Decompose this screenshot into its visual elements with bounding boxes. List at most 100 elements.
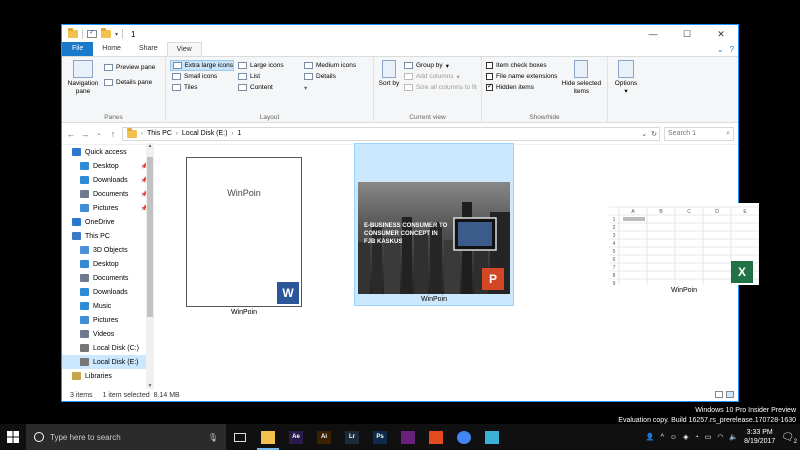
layout-list[interactable]: List	[236, 71, 300, 82]
row-header: 3	[613, 233, 616, 239]
nav-item-pictures[interactable]: Pictures 📌	[62, 201, 154, 215]
nav-item-local-disk-c[interactable]: Local Disk (C:)	[62, 341, 154, 355]
nav-item-music[interactable]: Music	[62, 299, 154, 313]
red-app-taskbar-button[interactable]	[422, 424, 450, 450]
start-button[interactable]	[0, 424, 26, 450]
preview-pane-button[interactable]: Preview pane	[104, 62, 155, 73]
volume-icon[interactable]: 🔈	[729, 433, 738, 441]
scroll-thumb[interactable]	[147, 157, 153, 317]
maximize-button[interactable]: ☐	[670, 25, 704, 43]
layout-small-icons[interactable]: Small icons	[170, 71, 234, 82]
breadcrumb-this-pc[interactable]: This PC	[147, 130, 172, 137]
details-pane-button[interactable]: Details pane	[104, 77, 155, 88]
hidden-items-label: Hidden items	[496, 84, 534, 91]
nav-item-local-disk-e[interactable]: Local Disk (E:)	[62, 355, 154, 369]
show-hidden-icons-chevron[interactable]: ^	[661, 434, 664, 441]
layout-extra-large-icons[interactable]: Extra large icons	[170, 60, 234, 71]
task-view-taskbar-button[interactable]	[226, 424, 254, 450]
nav-item-libraries[interactable]: Libraries	[62, 369, 154, 383]
file-name-extensions-checkbox[interactable]	[486, 73, 493, 80]
address-bar[interactable]: › This PC › Local Disk (E:) › 1 ⌄ ↻	[122, 126, 660, 141]
nav-item-downloads[interactable]: Downloads	[62, 285, 154, 299]
file-item-excel[interactable]: A B C D E 1 2 3 4 5 6 7 8 9 X WinPoin	[608, 203, 760, 294]
item-check-boxes-toggle[interactable]: Item check boxes	[486, 60, 557, 71]
file-name-extensions-toggle[interactable]: File name extensions	[486, 71, 557, 82]
tab-view[interactable]: View	[166, 42, 202, 56]
sort-by-button[interactable]: Sort by	[378, 60, 400, 93]
size-all-columns-button[interactable]: Size all columns to fit	[403, 82, 477, 93]
layout-content[interactable]: Content	[236, 82, 300, 93]
nav-item-3d-objects[interactable]: 3D Objects	[62, 243, 154, 257]
details-view-icon[interactable]	[715, 391, 723, 398]
navigation-pane-button[interactable]: Navigation pane	[66, 60, 100, 96]
tab-file[interactable]: File	[62, 42, 94, 56]
hide-selected-items-button[interactable]: Hide selected items	[561, 60, 601, 96]
nav-item-pictures[interactable]: Pictures	[62, 313, 154, 327]
group-by-button[interactable]: Group by ▾	[403, 60, 477, 71]
nav-item-onedrive[interactable]: OneDrive	[62, 215, 154, 229]
breadcrumb-folder-1[interactable]: 1	[237, 130, 241, 137]
nav-item-this-pc[interactable]: This PC	[62, 229, 154, 243]
folder-sync-icon[interactable]: ▭	[705, 433, 712, 441]
nav-scrollbar[interactable]: ▲ ▼	[146, 143, 154, 389]
photoshop-taskbar-button[interactable]: Ps	[366, 424, 394, 450]
layout-large-icons[interactable]: Large icons	[236, 60, 300, 71]
dropbox-icon[interactable]: ◈	[683, 433, 688, 441]
taskbar-search-input[interactable]: Type here to search 🎙	[26, 424, 226, 450]
new-folder-icon[interactable]	[101, 28, 111, 38]
file-item-powerpoint[interactable]: E-BUSINESS CONSUMER TO CONSUMER CONCEPT …	[354, 143, 514, 306]
nav-item-videos[interactable]: Videos	[62, 327, 154, 341]
qat-dropdown-icon[interactable]: ▾	[115, 31, 118, 38]
layout-details[interactable]: Details	[302, 71, 366, 82]
visual-studio-taskbar-button[interactable]	[394, 424, 422, 450]
refresh-icon[interactable]: ↻	[651, 130, 657, 138]
people-icon[interactable]: 👤	[646, 433, 655, 441]
nav-item-label: Documents	[93, 274, 129, 282]
illustrator-taskbar-button[interactable]: Ai	[310, 424, 338, 450]
forward-arrow-icon[interactable]: →	[80, 129, 90, 139]
after-effects-taskbar-button[interactable]: Ae	[282, 424, 310, 450]
file-item-word[interactable]: WinPoin W WinPoin	[184, 157, 304, 316]
hidden-items-toggle[interactable]: Hidden items	[486, 82, 557, 93]
properties-icon[interactable]	[87, 28, 97, 38]
file-explorer-taskbar-button[interactable]	[254, 424, 282, 450]
nav-item-documents[interactable]: Documents 📌	[62, 187, 154, 201]
lightroom-taskbar-button[interactable]: Lr	[338, 424, 366, 450]
options-button[interactable]: Options ▾	[612, 60, 640, 96]
notification-center-icon[interactable]: 🗨 2	[781, 432, 797, 445]
nav-item-quick-access[interactable]: Quick access	[62, 145, 154, 159]
current-view-group-label: Current view	[409, 114, 446, 121]
back-arrow-icon[interactable]: ←	[66, 129, 76, 139]
address-dropdown-icon[interactable]: ⌄	[641, 130, 647, 138]
clock[interactable]: 3:33 PM 8/19/2017	[744, 428, 775, 446]
hidden-items-checkbox[interactable]	[486, 82, 493, 91]
minimize-button[interactable]: —	[636, 25, 670, 43]
layout-medium-icons[interactable]: Medium icons	[302, 60, 366, 71]
add-columns-button[interactable]: Add columns ▾	[403, 71, 477, 82]
store-app-taskbar-button[interactable]	[478, 424, 506, 450]
breadcrumb-local-disk-e[interactable]: Local Disk (E:)	[182, 130, 228, 137]
chrome-taskbar-button[interactable]	[450, 424, 478, 450]
close-button[interactable]: ✕	[704, 25, 738, 43]
up-arrow-icon[interactable]: ↑	[108, 129, 118, 139]
emoji-icon[interactable]: ☺	[670, 434, 677, 441]
layout-more[interactable]: ▾	[302, 82, 366, 93]
recent-locations-icon[interactable]: ⌄	[94, 130, 104, 137]
search-input[interactable]: Search 1 ⌕	[664, 126, 734, 141]
wifi-icon[interactable]: ◠	[717, 433, 723, 441]
nav-item-downloads[interactable]: Downloads 📌	[62, 173, 154, 187]
collapse-ribbon-icon[interactable]: ⌄	[717, 45, 724, 54]
tab-share[interactable]: Share	[130, 42, 167, 56]
nav-item-desktop[interactable]: Desktop	[62, 257, 154, 271]
microphone-icon[interactable]: 🎙	[208, 433, 218, 442]
layout-tiles[interactable]: Tiles	[170, 82, 234, 93]
folder-icon[interactable]	[68, 28, 78, 38]
scroll-up-icon[interactable]: ▲	[146, 143, 154, 149]
help-icon[interactable]: ?	[730, 45, 734, 54]
item-check-boxes-checkbox[interactable]	[486, 62, 493, 69]
network-icon[interactable]: ◔	[694, 434, 698, 441]
tab-home[interactable]: Home	[93, 42, 130, 56]
nav-item-documents[interactable]: Documents	[62, 271, 154, 285]
nav-item-desktop[interactable]: Desktop 📌	[62, 159, 154, 173]
large-icons-view-icon[interactable]	[726, 391, 734, 398]
